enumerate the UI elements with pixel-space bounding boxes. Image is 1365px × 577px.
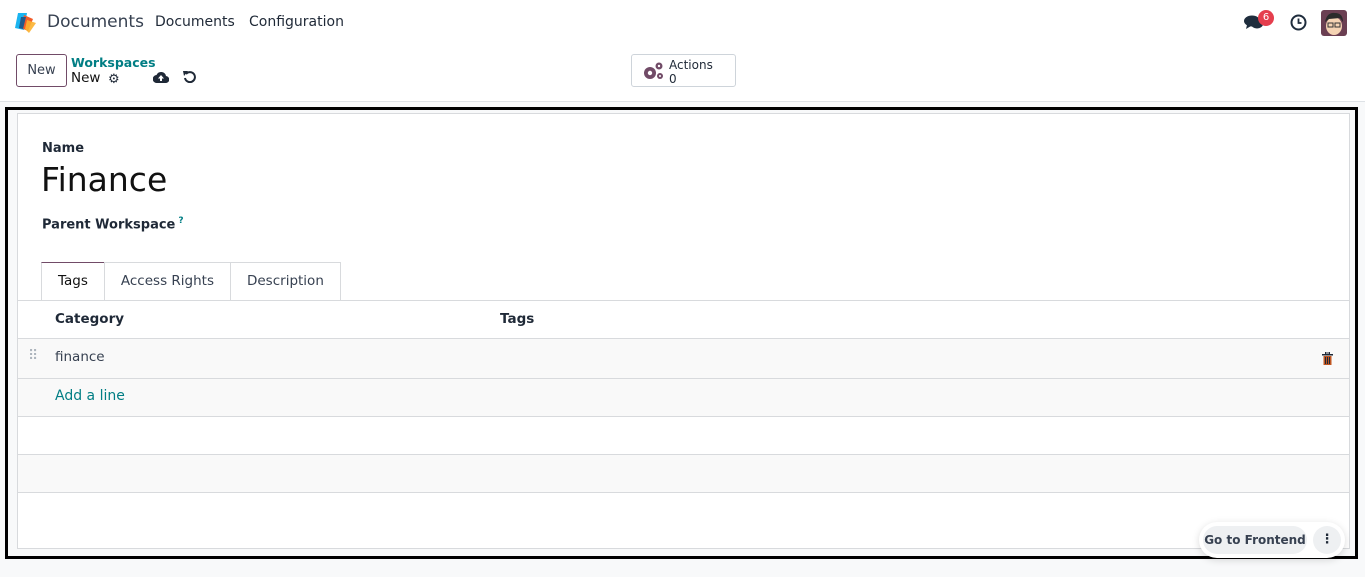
empty-row: [18, 455, 1349, 493]
top-navbar: Documents Documents Configuration 6: [0, 0, 1365, 46]
clock-icon[interactable]: [1290, 14, 1307, 35]
breadcrumb-workspaces[interactable]: Workspaces: [71, 55, 156, 70]
tab-description[interactable]: Description: [229, 262, 341, 300]
go-to-frontend-button[interactable]: Go to Frontend: [1203, 526, 1307, 554]
column-tags[interactable]: Tags: [500, 311, 534, 327]
add-line-link[interactable]: Add a line: [55, 388, 125, 404]
frontend-toolbar: Go to Frontend ⋮: [1199, 522, 1345, 558]
add-line-row: Add a line: [18, 379, 1349, 417]
parent-workspace-text: Parent Workspace: [42, 217, 176, 233]
breadcrumb-current: New: [71, 70, 101, 86]
trash-icon[interactable]: [1322, 351, 1333, 369]
new-button[interactable]: New: [16, 54, 67, 87]
parent-workspace-label: Parent Workspace?: [42, 216, 184, 232]
actions-button[interactable]: Actions 0: [631, 54, 736, 87]
name-field[interactable]: Finance: [41, 160, 167, 199]
chat-badge: 6: [1258, 10, 1274, 26]
category-cell[interactable]: finance: [55, 349, 105, 365]
form-sheet: Name Finance Parent Workspace? Tags Acce…: [17, 113, 1350, 549]
cloud-upload-icon[interactable]: [152, 71, 170, 87]
column-category[interactable]: Category: [55, 311, 124, 327]
more-options-icon[interactable]: ⋮: [1313, 526, 1341, 554]
control-panel: New Workspaces New ⚙ Actions 0: [0, 46, 1365, 102]
actions-label: Actions: [669, 58, 713, 72]
drag-handle-icon[interactable]: ⠿: [28, 348, 38, 364]
gear-icon[interactable]: ⚙: [108, 72, 120, 87]
app-name[interactable]: Documents: [47, 12, 144, 32]
name-label: Name: [42, 141, 85, 156]
tab-access-rights[interactable]: Access Rights: [103, 262, 231, 300]
documents-app-logo[interactable]: [15, 11, 37, 33]
gears-icon: [641, 61, 665, 85]
discard-icon[interactable]: [183, 70, 196, 87]
tab-tags[interactable]: Tags: [41, 262, 105, 300]
table-row[interactable]: ⠿ finance: [18, 339, 1349, 379]
table-header: Category Tags: [18, 301, 1349, 339]
actions-count: 0: [669, 72, 677, 86]
notebook-tabs: Tags Access Rights Description: [41, 262, 341, 300]
help-tooltip-icon[interactable]: ?: [178, 216, 183, 226]
user-avatar[interactable]: [1321, 10, 1347, 36]
menu-configuration[interactable]: Configuration: [249, 14, 344, 30]
empty-row: [18, 417, 1349, 455]
menu-documents[interactable]: Documents: [155, 14, 235, 30]
